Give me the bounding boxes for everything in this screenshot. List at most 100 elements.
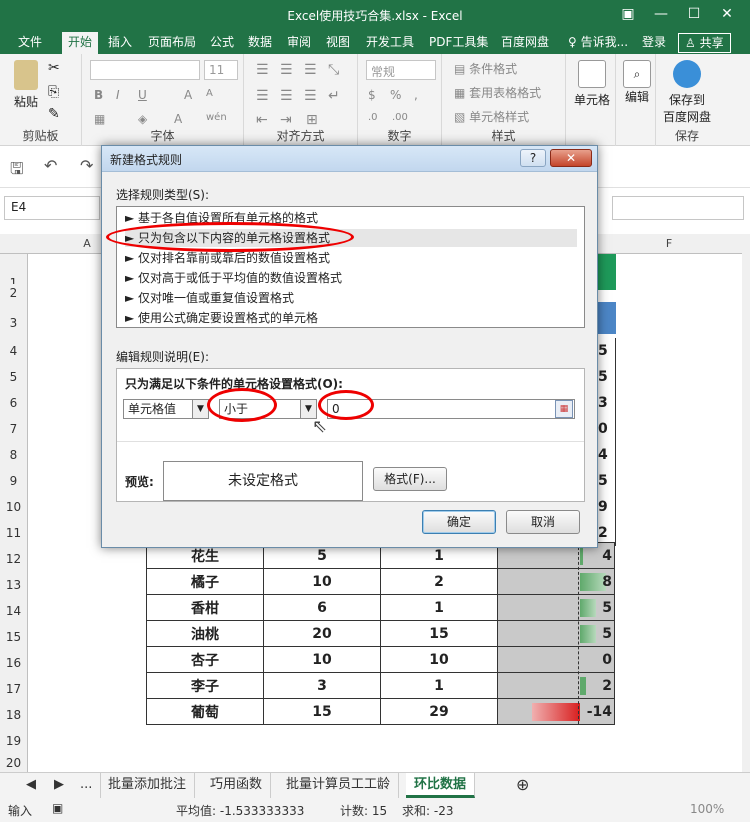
fruit-cell[interactable]: 油桃 <box>146 620 264 647</box>
tab-pdf-tools[interactable]: PDF工具集 <box>423 32 494 54</box>
row-header[interactable]: 17 <box>0 676 28 702</box>
save-baidu-button[interactable]: 保存到 百度网盘 <box>658 60 716 125</box>
font-color-icon[interactable]: A <box>174 112 182 126</box>
format-painter-icon[interactable]: ✎ <box>48 106 60 122</box>
tab-more[interactable]: ... <box>72 773 102 798</box>
value-cell[interactable]: 2 <box>380 568 498 595</box>
tab-data[interactable]: 数据 <box>242 32 278 54</box>
save-icon[interactable]: 🖫 <box>10 158 24 185</box>
align-middle-icon[interactable]: ☰ <box>280 62 293 78</box>
align-bottom-icon[interactable]: ☰ <box>304 62 317 78</box>
row-header[interactable]: 5 <box>0 364 28 390</box>
conditional-format-button[interactable]: ▤ 条件格式 <box>454 60 517 77</box>
partial-cell[interactable]: 5 <box>598 338 616 364</box>
copy-icon[interactable]: ⎘ <box>48 84 59 100</box>
prev-sheet-icon[interactable]: ◀ <box>18 773 44 798</box>
cell-value-select[interactable]: 单元格值 ▼ <box>123 399 209 419</box>
paste-button[interactable]: 粘贴 <box>8 60 44 110</box>
value-cell[interactable]: 29 <box>380 698 498 725</box>
rule-type-item[interactable]: ► 仅对排名靠前或靠后的数值设置格式 <box>125 249 577 267</box>
percent-icon[interactable]: % <box>390 88 401 102</box>
cell-styles-button[interactable]: ▧ 单元格样式 <box>454 108 529 125</box>
partial-cell[interactable]: 9 <box>598 494 616 520</box>
row-header[interactable]: 6 <box>0 390 28 416</box>
tab-developer[interactable]: 开发工具 <box>360 32 420 54</box>
comma-icon[interactable]: , <box>414 88 418 102</box>
row-header[interactable]: 20 <box>0 754 28 772</box>
value-cell[interactable]: 20 <box>263 620 381 647</box>
sheet-tab-active[interactable]: 环比数据 <box>406 773 476 798</box>
login-link[interactable]: 登录 <box>636 32 672 54</box>
vertical-scrollbar[interactable] <box>742 234 750 774</box>
databar-cell[interactable]: 2 <box>497 672 615 699</box>
sheet-tab[interactable]: 巧用函数 <box>202 773 272 798</box>
align-center-icon[interactable]: ☰ <box>280 88 293 104</box>
tab-home[interactable]: 开始 <box>62 32 99 54</box>
font-name-select[interactable] <box>90 60 200 80</box>
shrink-font-button[interactable]: A <box>206 88 213 99</box>
grow-font-button[interactable]: A <box>184 88 192 102</box>
row-header[interactable]: 19 <box>0 728 28 754</box>
share-button[interactable]: ♙ 共享 <box>678 33 731 53</box>
orientation-icon[interactable]: ⤡ <box>328 62 339 78</box>
sheet-tab[interactable]: 批量添加批注 <box>100 773 196 798</box>
wrap-text-icon[interactable]: ↵ <box>328 88 340 104</box>
partial-cell[interactable]: 3 <box>598 390 616 416</box>
partial-cell[interactable]: 5 <box>598 468 616 494</box>
partial-cell[interactable]: 5 <box>598 364 616 390</box>
close-button[interactable]: ✕ <box>716 4 738 24</box>
border-icon[interactable]: ▦ <box>94 112 105 126</box>
row-header[interactable]: 12 <box>0 546 28 572</box>
databar-cell[interactable]: 8 <box>497 568 615 595</box>
fruit-cell[interactable]: 杏子 <box>146 646 264 673</box>
value-cell[interactable]: 1 <box>380 672 498 699</box>
tab-insert[interactable]: 插入 <box>102 32 138 54</box>
row-header[interactable]: 11 <box>0 520 28 546</box>
value-cell[interactable]: 6 <box>263 594 381 621</box>
tab-review[interactable]: 审阅 <box>281 32 317 54</box>
range-picker-icon[interactable]: ▦ <box>555 400 573 418</box>
databar-cell[interactable]: 5 <box>497 594 615 621</box>
row-header[interactable]: 8 <box>0 442 28 468</box>
tab-baidu[interactable]: 百度网盘 <box>495 32 555 54</box>
tab-formulas[interactable]: 公式 <box>204 32 240 54</box>
row-header[interactable]: 14 <box>0 598 28 624</box>
cut-icon[interactable]: ✂ <box>48 60 60 76</box>
format-button[interactable]: 格式(F)... <box>373 467 447 491</box>
tab-page-layout[interactable]: 页面布局 <box>142 32 202 54</box>
row-header[interactable]: 10 <box>0 494 28 520</box>
sheet-tab[interactable]: 批量计算员工工龄 <box>278 773 400 798</box>
redo-icon[interactable]: ↷ <box>80 156 93 175</box>
merge-icon[interactable]: ⊞ <box>306 112 318 128</box>
value-cell[interactable]: 15 <box>263 698 381 725</box>
name-box[interactable]: E4 <box>4 196 100 220</box>
format-as-table-button[interactable]: ▦ 套用表格格式 <box>454 84 541 101</box>
undo-icon[interactable]: ↶ <box>44 156 57 175</box>
databar-cell[interactable]: 5 <box>497 620 615 647</box>
tab-file[interactable]: 文件 <box>6 32 54 54</box>
phonetic-icon[interactable]: wén <box>206 112 227 123</box>
fruit-cell[interactable]: 橘子 <box>146 568 264 595</box>
fruit-cell[interactable]: 葡萄 <box>146 698 264 725</box>
value-cell[interactable]: 10 <box>263 646 381 673</box>
tab-view[interactable]: 视图 <box>320 32 356 54</box>
row-header[interactable]: 13 <box>0 572 28 598</box>
align-top-icon[interactable]: ☰ <box>256 62 269 78</box>
value-cell[interactable]: 10 <box>263 568 381 595</box>
databar-cell[interactable]: -14 <box>497 698 615 725</box>
restore-ribbon-icon[interactable]: ▣ <box>617 4 639 24</box>
help-button[interactable]: ? <box>520 149 546 167</box>
partial-cell[interactable]: 4 <box>598 442 616 468</box>
rule-type-item[interactable]: ► 仅对高于或低于平均值的数值设置格式 <box>125 269 577 287</box>
editing-button[interactable]: ⌕ 编辑 <box>620 60 654 105</box>
fruit-cell[interactable]: 李子 <box>146 672 264 699</box>
row-header[interactable]: 2 <box>0 284 28 302</box>
ok-button[interactable]: 确定 <box>422 510 496 534</box>
row-header[interactable]: 4 <box>0 338 28 364</box>
value-cell[interactable]: 1 <box>380 594 498 621</box>
formula-input[interactable] <box>612 196 744 220</box>
row-header[interactable]: 7 <box>0 416 28 442</box>
outdent-icon[interactable]: ⇥ <box>280 112 292 128</box>
maximize-button[interactable]: ☐ <box>683 4 705 24</box>
column-header-f[interactable]: F <box>596 234 742 254</box>
